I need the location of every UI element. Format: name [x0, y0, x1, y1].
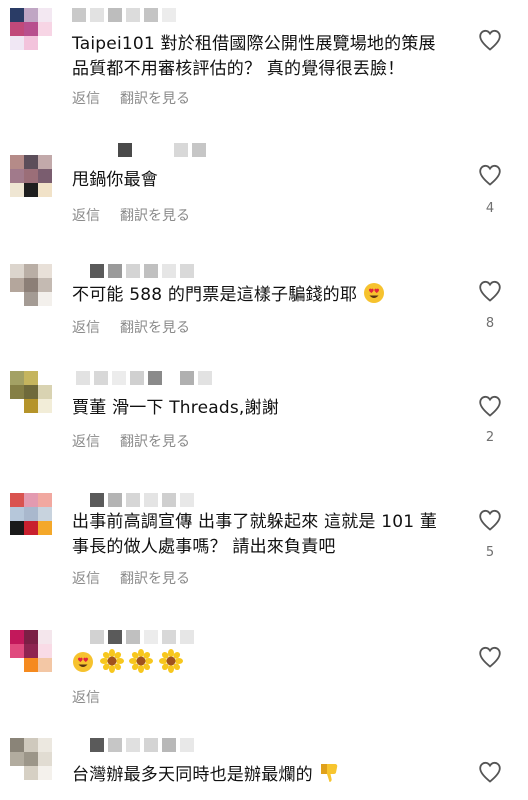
like-count: 4	[485, 201, 495, 216]
heart-icon[interactable]	[478, 395, 502, 417]
translate-link[interactable]: 翻訳を見る	[120, 317, 190, 337]
comment-actions: 返信 翻訳を見る	[72, 431, 190, 451]
comment-actions: 返信 翻訳を見る	[72, 205, 190, 225]
comment-text: 台灣辦最多天同時也是辦最爛的	[72, 762, 447, 788]
like-count: 8	[485, 316, 495, 331]
avatar[interactable]	[10, 493, 52, 535]
comment-emoji-row	[72, 649, 447, 677]
sunflower-emoji	[158, 649, 183, 673]
thumbs-down-emoji	[321, 764, 338, 782]
avatar[interactable]	[10, 738, 52, 780]
heart-icon[interactable]	[478, 29, 502, 51]
username-blurred[interactable]	[118, 143, 206, 157]
username-blurred[interactable]	[76, 371, 212, 385]
heart-icon[interactable]	[478, 509, 502, 531]
heart-icon[interactable]	[478, 280, 502, 302]
like-count: 2	[485, 430, 495, 445]
avatar[interactable]	[10, 155, 52, 197]
sunflower-emoji	[99, 649, 124, 673]
reply-button[interactable]: 返信	[72, 88, 100, 108]
comment-text: Taipei101 對於租借國際公開性展覽場地的策展品質都不用審核評估的？ 真的…	[72, 34, 436, 79]
comment-actions: 返信 翻訳を見る	[72, 568, 190, 588]
avatar[interactable]	[10, 630, 52, 672]
heart-eyes-emoji	[73, 652, 93, 672]
comment-text: 不可能 588 的門票是這樣子騙錢的耶	[72, 282, 447, 308]
heart-icon[interactable]	[478, 164, 502, 186]
heart-eyes-emoji	[363, 283, 384, 303]
reply-button[interactable]: 返信	[72, 687, 100, 707]
reply-button[interactable]: 返信	[72, 205, 100, 225]
like-count: 5	[485, 545, 495, 560]
comment-actions: 返信	[72, 687, 100, 707]
avatar[interactable]	[10, 8, 52, 50]
translate-link[interactable]: 翻訳を見る	[120, 568, 190, 588]
translate-link[interactable]: 翻訳を見る	[120, 431, 190, 451]
comment-actions: 返信 翻訳を見る	[72, 317, 190, 337]
username-blurred[interactable]	[90, 264, 194, 278]
comment-text: 賈董 滑一下 Threads,謝謝	[72, 398, 279, 418]
translate-link[interactable]: 翻訳を見る	[120, 88, 190, 108]
avatar[interactable]	[10, 264, 52, 306]
username-blurred[interactable]	[90, 630, 194, 644]
heart-icon[interactable]	[478, 761, 502, 783]
username-blurred[interactable]	[90, 493, 194, 507]
sunflower-emoji	[129, 649, 154, 673]
reply-button[interactable]: 返信	[72, 568, 100, 588]
comment-text: 出事前高調宣傳 出事了就躲起來 這就是 101 董事長的做人處事嗎？ 請出來負責…	[72, 512, 438, 557]
heart-icon[interactable]	[478, 646, 502, 668]
translate-link[interactable]: 翻訳を見る	[120, 205, 190, 225]
reply-button[interactable]: 返信	[72, 431, 100, 451]
username-blurred[interactable]	[90, 738, 194, 752]
reply-button[interactable]: 返信	[72, 317, 100, 337]
comment-actions: 返信 翻訳を見る	[72, 88, 190, 108]
avatar[interactable]	[10, 371, 52, 413]
username-blurred[interactable]	[72, 8, 176, 22]
comment-text: 甩鍋你最會	[72, 170, 158, 190]
